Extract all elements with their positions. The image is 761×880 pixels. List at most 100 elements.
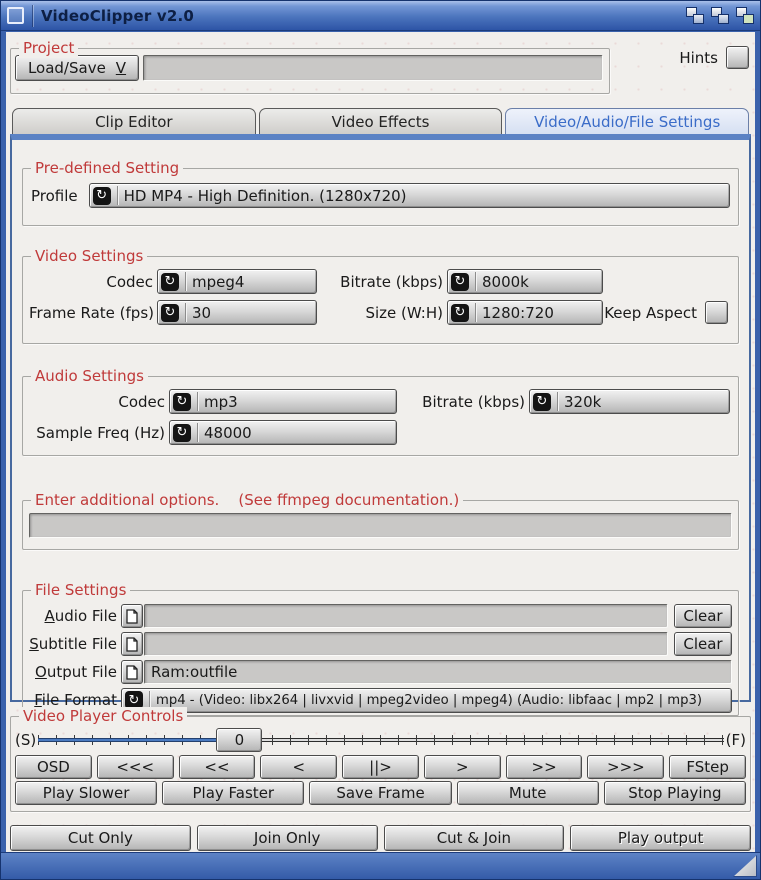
- file-format-cycle[interactable]: ↻ mp4 - (Video: libx264 | livxvid | mpeg…: [121, 688, 732, 713]
- close-icon[interactable]: [7, 7, 24, 24]
- fstep-button[interactable]: FStep: [669, 755, 746, 779]
- titlebar[interactable]: VideoClipper v2.0: [1, 1, 760, 31]
- frame-rate-cycle[interactable]: ↻ 30: [157, 300, 317, 325]
- audio-settings-group: Audio Settings Codec ↻ mp3 Bitrate (kbps…: [22, 376, 739, 456]
- zoom-icon[interactable]: [711, 7, 729, 24]
- file-settings-label: File Settings: [31, 581, 130, 600]
- play-slower-button[interactable]: Play Slower: [15, 781, 157, 805]
- output-file-picker-button[interactable]: [121, 660, 143, 684]
- video-player-controls-group: Video Player Controls (S) 0 (F) OSD <<< …: [10, 716, 751, 812]
- tab-video-effects[interactable]: Video Effects: [259, 108, 503, 134]
- hints-wrap: Hints: [610, 46, 751, 69]
- mute-button[interactable]: Mute: [457, 781, 599, 805]
- output-file-label: Output File: [25, 663, 121, 681]
- seek-forward-medium-button[interactable]: >>: [506, 755, 583, 779]
- play-pause-button[interactable]: ||>: [342, 755, 419, 779]
- keep-aspect-wrap: Keep Aspect: [603, 301, 730, 324]
- load-save-button[interactable]: Load/Save V: [15, 55, 139, 81]
- cut-and-join-button[interactable]: Cut & Join: [384, 825, 565, 851]
- tab-bar: Clip Editor Video Effects Video/Audio/Fi…: [10, 108, 751, 134]
- video-settings-label: Video Settings: [31, 247, 147, 266]
- audio-file-input[interactable]: [144, 604, 668, 628]
- resize-icon[interactable]: [733, 855, 757, 877]
- audio-bitrate-label: Bitrate (kbps): [399, 393, 529, 411]
- cycle-icon: ↻: [173, 424, 191, 442]
- tab-clip-editor[interactable]: Clip Editor: [12, 108, 256, 134]
- additional-options-input[interactable]: [29, 513, 732, 538]
- video-bitrate-cycle[interactable]: ↻ 8000k: [447, 269, 603, 294]
- additional-options-group: Enter additional options. (See ffmpeg do…: [22, 500, 739, 550]
- subtitle-file-clear-button[interactable]: Clear: [674, 632, 732, 656]
- audio-settings-label: Audio Settings: [31, 367, 148, 386]
- sample-freq-cycle[interactable]: ↻ 48000: [169, 420, 397, 445]
- audio-file-clear-button[interactable]: Clear: [674, 604, 732, 628]
- seek-back-large-button[interactable]: <<<: [97, 755, 174, 779]
- subtitle-file-input[interactable]: [144, 632, 668, 656]
- window-bottom-border: [1, 852, 760, 879]
- slider-knob[interactable]: 0: [216, 728, 262, 752]
- cycle-icon: ↻: [161, 273, 179, 291]
- seek-back-small-button[interactable]: <: [260, 755, 337, 779]
- file-settings-group: File Settings Audio File Clear Subtitle …: [22, 590, 739, 716]
- seek-forward-large-button[interactable]: >>>: [587, 755, 664, 779]
- seek-slider[interactable]: 0: [38, 727, 723, 753]
- audio-bitrate-value: 320k: [564, 393, 601, 411]
- video-settings-group: Video Settings Codec ↻ mpeg4 Bitrate (kb…: [22, 256, 739, 344]
- seek-slider-row: (S) 0 (F): [15, 727, 746, 753]
- frame-rate-label: Frame Rate (fps): [29, 304, 157, 322]
- profile-value: HD MP4 - High Definition. (1280x720): [124, 187, 407, 205]
- audio-file-label: Audio File: [25, 607, 121, 625]
- depth-icon[interactable]: [736, 7, 754, 24]
- cut-only-button[interactable]: Cut Only: [10, 825, 191, 851]
- cycle-icon: ↻: [451, 304, 469, 322]
- predefined-setting-label: Pre-defined Setting: [31, 159, 183, 178]
- play-output-button-disabled: Play output: [570, 825, 751, 851]
- play-faster-button[interactable]: Play Faster: [162, 781, 304, 805]
- actions-row: Cut Only Join Only Cut & Join Play outpu…: [10, 825, 751, 851]
- save-frame-button[interactable]: Save Frame: [309, 781, 451, 805]
- load-save-label: Load/Save: [28, 59, 106, 77]
- iconify-icon[interactable]: [686, 7, 704, 24]
- video-codec-value: mpeg4: [192, 273, 244, 291]
- video-bitrate-label: Bitrate (kbps): [317, 273, 447, 291]
- stop-playing-button[interactable]: Stop Playing: [604, 781, 746, 805]
- hints-checkbox[interactable]: [726, 46, 749, 69]
- audio-codec-cycle[interactable]: ↻ mp3: [169, 389, 397, 414]
- cycle-icon: ↻: [173, 393, 191, 411]
- video-bitrate-value: 8000k: [482, 273, 529, 291]
- audio-bitrate-cycle[interactable]: ↻ 320k: [529, 389, 730, 414]
- seek-forward-small-button[interactable]: >: [424, 755, 501, 779]
- video-codec-cycle[interactable]: ↻ mpeg4: [157, 269, 317, 294]
- slider-end-label: (F): [726, 731, 746, 749]
- cycle-icon: ↻: [533, 393, 551, 411]
- project-file-input[interactable]: [143, 55, 603, 81]
- keep-aspect-checkbox[interactable]: [705, 301, 728, 324]
- sample-freq-value: 48000: [204, 424, 252, 442]
- sample-freq-label: Sample Freq (Hz): [29, 424, 169, 442]
- file-icon: [126, 665, 138, 680]
- join-only-button[interactable]: Join Only: [197, 825, 378, 851]
- seek-back-medium-button[interactable]: <<: [179, 755, 256, 779]
- project-group: Project Load/Save V: [10, 48, 610, 94]
- additional-options-label: Enter additional options. (See ffmpeg do…: [31, 491, 463, 510]
- profile-cycle[interactable]: ↻ HD MP4 - High Definition. (1280x720): [89, 183, 730, 208]
- tab-video-audio-file-settings[interactable]: Video/Audio/File Settings: [505, 108, 749, 134]
- hints-label: Hints: [679, 49, 718, 67]
- cycle-icon: ↻: [93, 187, 111, 205]
- cycle-icon: ↻: [161, 304, 179, 322]
- subtitle-file-label: Subtitle File: [25, 635, 121, 653]
- size-cycle[interactable]: ↻ 1280:720: [447, 300, 603, 325]
- window-title: VideoClipper v2.0: [41, 7, 678, 25]
- predefined-setting-group: Pre-defined Setting Profile ↻ HD MP4 - H…: [22, 168, 739, 226]
- video-player-controls-label: Video Player Controls: [19, 707, 187, 726]
- osd-button[interactable]: OSD: [15, 755, 92, 779]
- size-value: 1280:720: [482, 304, 554, 322]
- cycle-icon: ↻: [451, 273, 469, 291]
- output-file-input[interactable]: [144, 660, 732, 684]
- profile-label: Profile: [31, 187, 83, 205]
- slider-fill: [38, 738, 223, 742]
- audio-file-picker-button[interactable]: [121, 604, 143, 628]
- subtitle-file-picker-button[interactable]: [121, 632, 143, 656]
- window-content: Project Load/Save V Hints Clip Editor Vi…: [6, 32, 755, 852]
- video-codec-label: Codec: [29, 273, 157, 291]
